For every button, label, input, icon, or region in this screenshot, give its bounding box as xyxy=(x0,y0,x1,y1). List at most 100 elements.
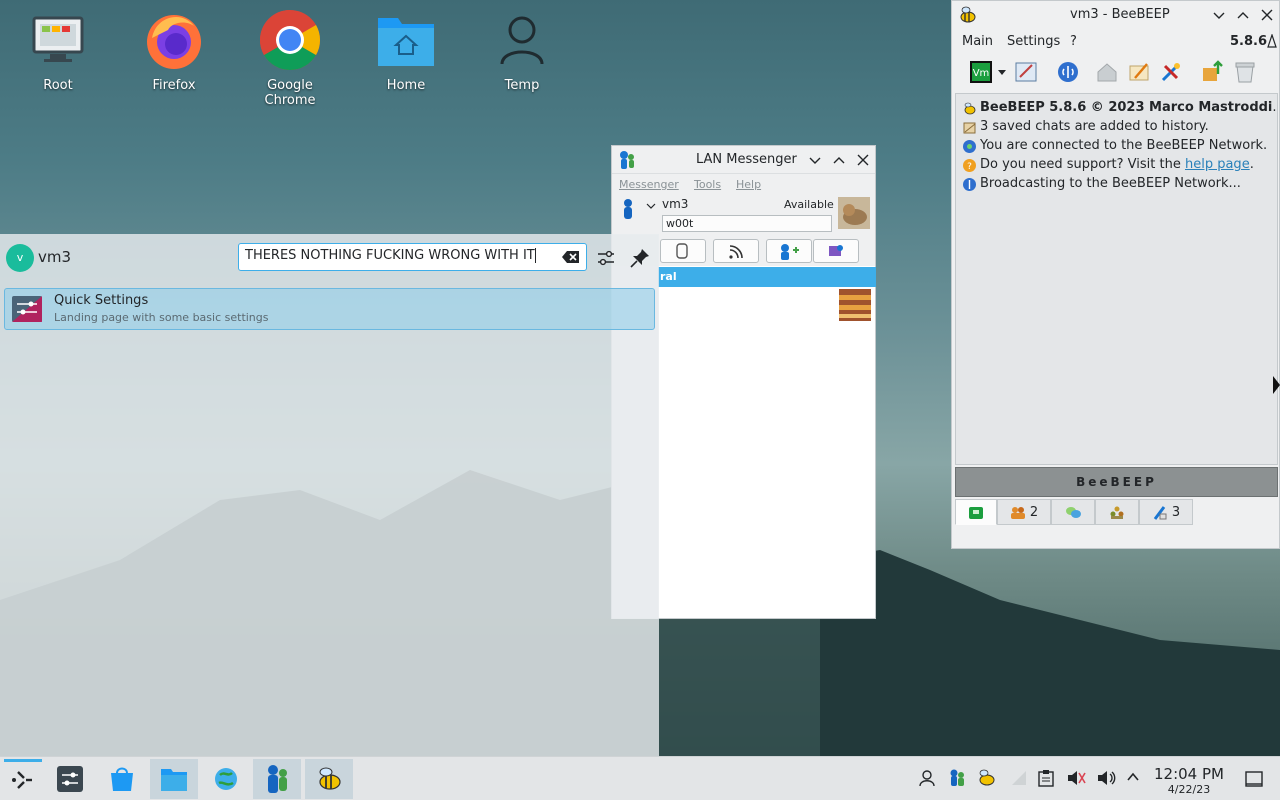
tab-files[interactable]: 3 xyxy=(1139,499,1193,525)
close-button[interactable] xyxy=(856,153,870,167)
history-icon xyxy=(962,120,977,135)
kde-logo-icon xyxy=(10,768,34,792)
lan-user-panel: vm3 Available w00t xyxy=(612,196,875,236)
user-status-icon xyxy=(622,198,634,220)
store-icon xyxy=(108,765,136,793)
lan-note-input[interactable]: w00t xyxy=(662,215,832,232)
computer-icon xyxy=(26,8,90,72)
taskbar-lan-messenger[interactable] xyxy=(253,759,301,799)
tab-chats[interactable] xyxy=(1051,499,1095,525)
folder-icon xyxy=(160,765,188,793)
maximize-button[interactable] xyxy=(1236,8,1250,22)
volume-icon[interactable] xyxy=(1096,769,1116,787)
minimize-button[interactable] xyxy=(808,153,822,167)
clipboard-icon[interactable] xyxy=(1038,769,1054,787)
svg-text:?: ? xyxy=(967,162,972,172)
bee-version-icon xyxy=(1267,34,1277,48)
globe-icon xyxy=(212,765,240,793)
share-files-icon[interactable] xyxy=(1200,60,1224,84)
lan-menubar: Messenger Tools Help xyxy=(612,174,875,196)
search-input[interactable]: THERES NOTHING FUCKING WRONG WITH IT xyxy=(238,243,587,271)
pin-icon[interactable] xyxy=(628,246,654,270)
menu-tools[interactable]: Tools xyxy=(694,178,721,191)
chevron-down-icon[interactable] xyxy=(646,202,656,210)
broadcast-button[interactable] xyxy=(660,239,706,263)
bee-titlebar[interactable]: vm3 - BeeBEEP xyxy=(952,1,1279,29)
menu-settings[interactable]: Settings xyxy=(1007,34,1060,49)
lan-titlebar[interactable]: LAN Messenger xyxy=(612,146,875,174)
bee-tabs: 2 3 xyxy=(955,499,1278,525)
menu-messenger[interactable]: Messenger xyxy=(619,178,679,191)
tab-home[interactable] xyxy=(955,499,997,525)
lan-messenger-tray-icon[interactable] xyxy=(948,768,966,788)
muted-mic-icon[interactable] xyxy=(1066,769,1086,787)
application-launcher-button[interactable] xyxy=(0,759,48,799)
contact-group-header[interactable]: ral xyxy=(658,267,876,287)
close-button[interactable] xyxy=(1260,8,1274,22)
taskbar-beebeep[interactable] xyxy=(305,759,353,799)
clear-chat-icon[interactable] xyxy=(1233,60,1257,84)
taskbar-discover[interactable] xyxy=(98,759,146,799)
menu-help[interactable]: ? xyxy=(1070,34,1077,49)
tab-users[interactable]: 2 xyxy=(997,499,1051,525)
files-icon xyxy=(1152,505,1168,520)
desktop-icon-root[interactable]: Root xyxy=(8,8,108,93)
beebeep-tray-icon[interactable] xyxy=(976,768,996,788)
help-page-link[interactable]: help page xyxy=(1185,157,1250,172)
maximize-button[interactable] xyxy=(832,153,846,167)
log-line: 3 saved chats are added to history. xyxy=(960,119,1273,138)
write-message-icon[interactable] xyxy=(1127,60,1151,84)
desktop-icon-home[interactable]: Home xyxy=(356,8,456,93)
lan-status[interactable]: Available xyxy=(784,198,834,211)
taskbar-settings[interactable] xyxy=(46,759,94,799)
desktop-icon-firefox[interactable]: Firefox xyxy=(124,8,224,93)
chevron-down-icon[interactable] xyxy=(997,69,1007,77)
tab-groups[interactable] xyxy=(1095,499,1139,525)
avatar[interactable]: v xyxy=(6,244,34,272)
bee-banner: BeeBEEP xyxy=(955,467,1278,497)
desktop-icon-label: Temp xyxy=(504,78,540,93)
tools-button[interactable] xyxy=(813,239,859,263)
menu-main[interactable]: Main xyxy=(962,34,993,49)
avatar xyxy=(838,197,870,229)
clear-search-icon[interactable] xyxy=(562,250,580,264)
show-desktop-icon[interactable] xyxy=(1245,770,1263,788)
log-line: BeeBEEP 5.8.6 © 2023 Marco Mastroddi. xyxy=(960,100,1277,119)
network-icon xyxy=(962,139,977,154)
add-contact-button[interactable] xyxy=(766,239,812,263)
menu-help[interactable]: Help xyxy=(736,178,761,191)
chat-log: BeeBEEP 5.8.6 © 2023 Marco Mastroddi. 3 … xyxy=(955,93,1278,465)
bee-app-icon xyxy=(958,5,978,25)
user-icon[interactable] xyxy=(918,769,936,787)
desktop-icon-chrome[interactable]: Google Chrome xyxy=(240,8,340,108)
search-result-item[interactable]: Quick Settings Landing page with some ba… xyxy=(4,288,655,330)
settings-icon xyxy=(11,294,43,324)
taskbar-network[interactable] xyxy=(202,759,250,799)
bee-window-title: vm3 - BeeBEEP xyxy=(1070,7,1170,22)
lan-messenger-app-icon xyxy=(618,150,636,170)
lan-messenger-app-icon xyxy=(263,763,291,795)
network-tray-icon[interactable] xyxy=(1010,769,1028,787)
taskbar-file-manager[interactable] xyxy=(150,759,198,799)
desktop-icon-label: Firefox xyxy=(152,78,196,93)
bee-app-icon xyxy=(315,765,343,793)
home-icon[interactable] xyxy=(1095,60,1119,84)
clock[interactable]: 12:04 PM 4/22/23 xyxy=(1148,765,1230,796)
bee-menubar: Main Settings ? 5.8.6 xyxy=(952,29,1279,53)
edit-profile-icon[interactable] xyxy=(1014,60,1038,84)
groups-icon xyxy=(1109,506,1125,520)
chevron-up-icon[interactable] xyxy=(1126,771,1140,783)
rss-button[interactable] xyxy=(713,239,759,263)
log-line: ? Do you need support? Visit the help pa… xyxy=(960,157,1273,176)
configure-button[interactable] xyxy=(594,246,620,270)
desktop-icon-temp[interactable]: Temp xyxy=(472,8,572,93)
bee-banner-text: BeeBEEP xyxy=(1076,475,1157,489)
tools-icon[interactable] xyxy=(1159,60,1183,84)
network-icon[interactable] xyxy=(1056,60,1080,84)
app-launcher: v vm3 THERES NOTHING FUCKING WRONG WITH … xyxy=(0,234,659,756)
status-vm-icon[interactable]: Vm xyxy=(969,60,993,84)
minimize-button[interactable] xyxy=(1212,8,1226,22)
chrome-icon xyxy=(258,8,322,72)
beebeep-window[interactable]: vm3 - BeeBEEP Main Settings ? 5.8.6 Vm B… xyxy=(951,0,1280,549)
svg-text:Vm: Vm xyxy=(973,68,990,79)
